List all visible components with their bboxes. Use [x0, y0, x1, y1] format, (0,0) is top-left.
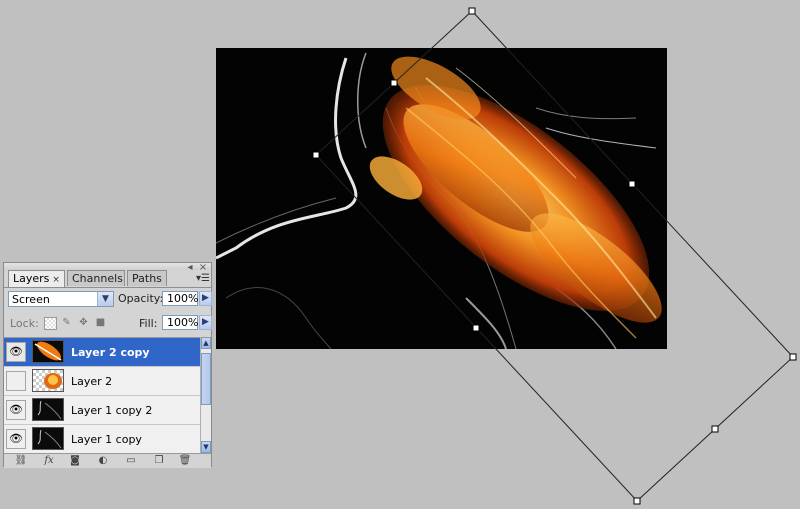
transform-handle-bottom-mid[interactable]: [711, 425, 719, 433]
tab-channels[interactable]: Channels: [67, 270, 125, 286]
eye-icon[interactable]: 👁: [6, 342, 26, 362]
layer-row-layer-2[interactable]: Layer 2: [4, 367, 200, 396]
half-circle-icon[interactable]: ◐: [96, 455, 110, 467]
eye-icon[interactable]: 👁: [6, 400, 26, 420]
layer-row-layer-2-copy[interactable]: 👁 Layer 2 copy: [4, 338, 200, 367]
fill-label: Fill:: [139, 317, 158, 330]
tab-layers[interactable]: Layers ×: [8, 270, 65, 287]
fx-icon[interactable]: fx: [40, 455, 58, 467]
checker-icon[interactable]: [44, 317, 57, 330]
mask-icon[interactable]: ◙: [68, 455, 82, 467]
trash-icon[interactable]: 🗑: [178, 455, 192, 467]
lock-row: Lock: ✎ ✥ ■ Fill: 100% ▶: [4, 311, 212, 335]
move-icon[interactable]: ✥: [78, 317, 89, 328]
layer-thumbnail[interactable]: [32, 340, 64, 363]
tab-channels-label: Channels: [72, 272, 123, 285]
document-canvas[interactable]: [216, 48, 667, 349]
link-icon[interactable]: ⛓: [12, 455, 30, 467]
layer-thumbnail[interactable]: [32, 398, 64, 421]
layer-thumbnail[interactable]: [32, 427, 64, 450]
layer-thumbnail[interactable]: [32, 369, 64, 392]
fill-flyout-icon[interactable]: ▶: [199, 315, 212, 330]
opacity-input[interactable]: 100%: [162, 291, 198, 306]
tab-paths[interactable]: Paths: [127, 270, 167, 286]
tab-layers-label: Layers: [13, 272, 50, 285]
layer-row-layer-1-copy-2[interactable]: 👁 Layer 1 copy 2: [4, 396, 200, 425]
eye-icon[interactable]: 👁: [6, 429, 26, 449]
panel-bottom-bar: ⛓ fx ◙ ◐ ▭ ❐ 🗑: [4, 453, 211, 468]
layer-list: 👁 Layer 2 copy Layer 2 👁 Layer 1 copy 2 …: [4, 337, 200, 454]
layers-panel: ◂ × Layers × Channels Paths ▾☰ Screen ▼ O…: [3, 262, 212, 468]
tab-divider: [4, 287, 211, 288]
brush-icon[interactable]: ✎: [61, 317, 72, 328]
lock-icon[interactable]: ■: [95, 317, 106, 328]
tab-paths-label: Paths: [132, 272, 162, 285]
scroll-thumb[interactable]: [201, 353, 211, 405]
transform-handle-bottom[interactable]: [633, 497, 641, 505]
transform-handle-top[interactable]: [468, 7, 476, 15]
blend-mode-value: Screen: [12, 293, 50, 306]
visibility-toggle[interactable]: [6, 371, 26, 391]
collapse-icon[interactable]: ◂: [185, 263, 195, 273]
fill-input[interactable]: 100%: [162, 315, 198, 330]
scroll-down-icon[interactable]: ▼: [201, 441, 211, 453]
layer-row-layer-1-copy[interactable]: 👁 Layer 1 copy: [4, 425, 200, 454]
close-panel-icon[interactable]: ×: [198, 263, 208, 273]
new-layer-icon[interactable]: ❐: [152, 455, 166, 467]
transform-handle-right[interactable]: [789, 353, 797, 361]
scroll-up-icon[interactable]: ▲: [201, 337, 211, 349]
blend-mode-select[interactable]: Screen ▼: [8, 291, 114, 307]
close-tab-icon[interactable]: ×: [52, 275, 60, 285]
lock-label: Lock:: [10, 317, 39, 330]
artwork: [216, 48, 667, 349]
chevron-down-icon[interactable]: ▼: [97, 292, 113, 306]
opacity-flyout-icon[interactable]: ▶: [199, 291, 212, 306]
opacity-label: Opacity:: [118, 292, 164, 305]
layer-name[interactable]: Layer 2: [71, 375, 112, 388]
folder-icon[interactable]: ▭: [124, 455, 138, 467]
panel-title-strip[interactable]: [4, 263, 211, 270]
layer-name[interactable]: Layer 1 copy: [71, 433, 142, 446]
panel-menu-icon[interactable]: ▾☰: [196, 273, 210, 285]
layer-name[interactable]: Layer 1 copy 2: [71, 404, 152, 417]
layer-list-scrollbar[interactable]: ▲ ▼: [200, 337, 211, 453]
layer-name[interactable]: Layer 2 copy: [71, 346, 150, 359]
